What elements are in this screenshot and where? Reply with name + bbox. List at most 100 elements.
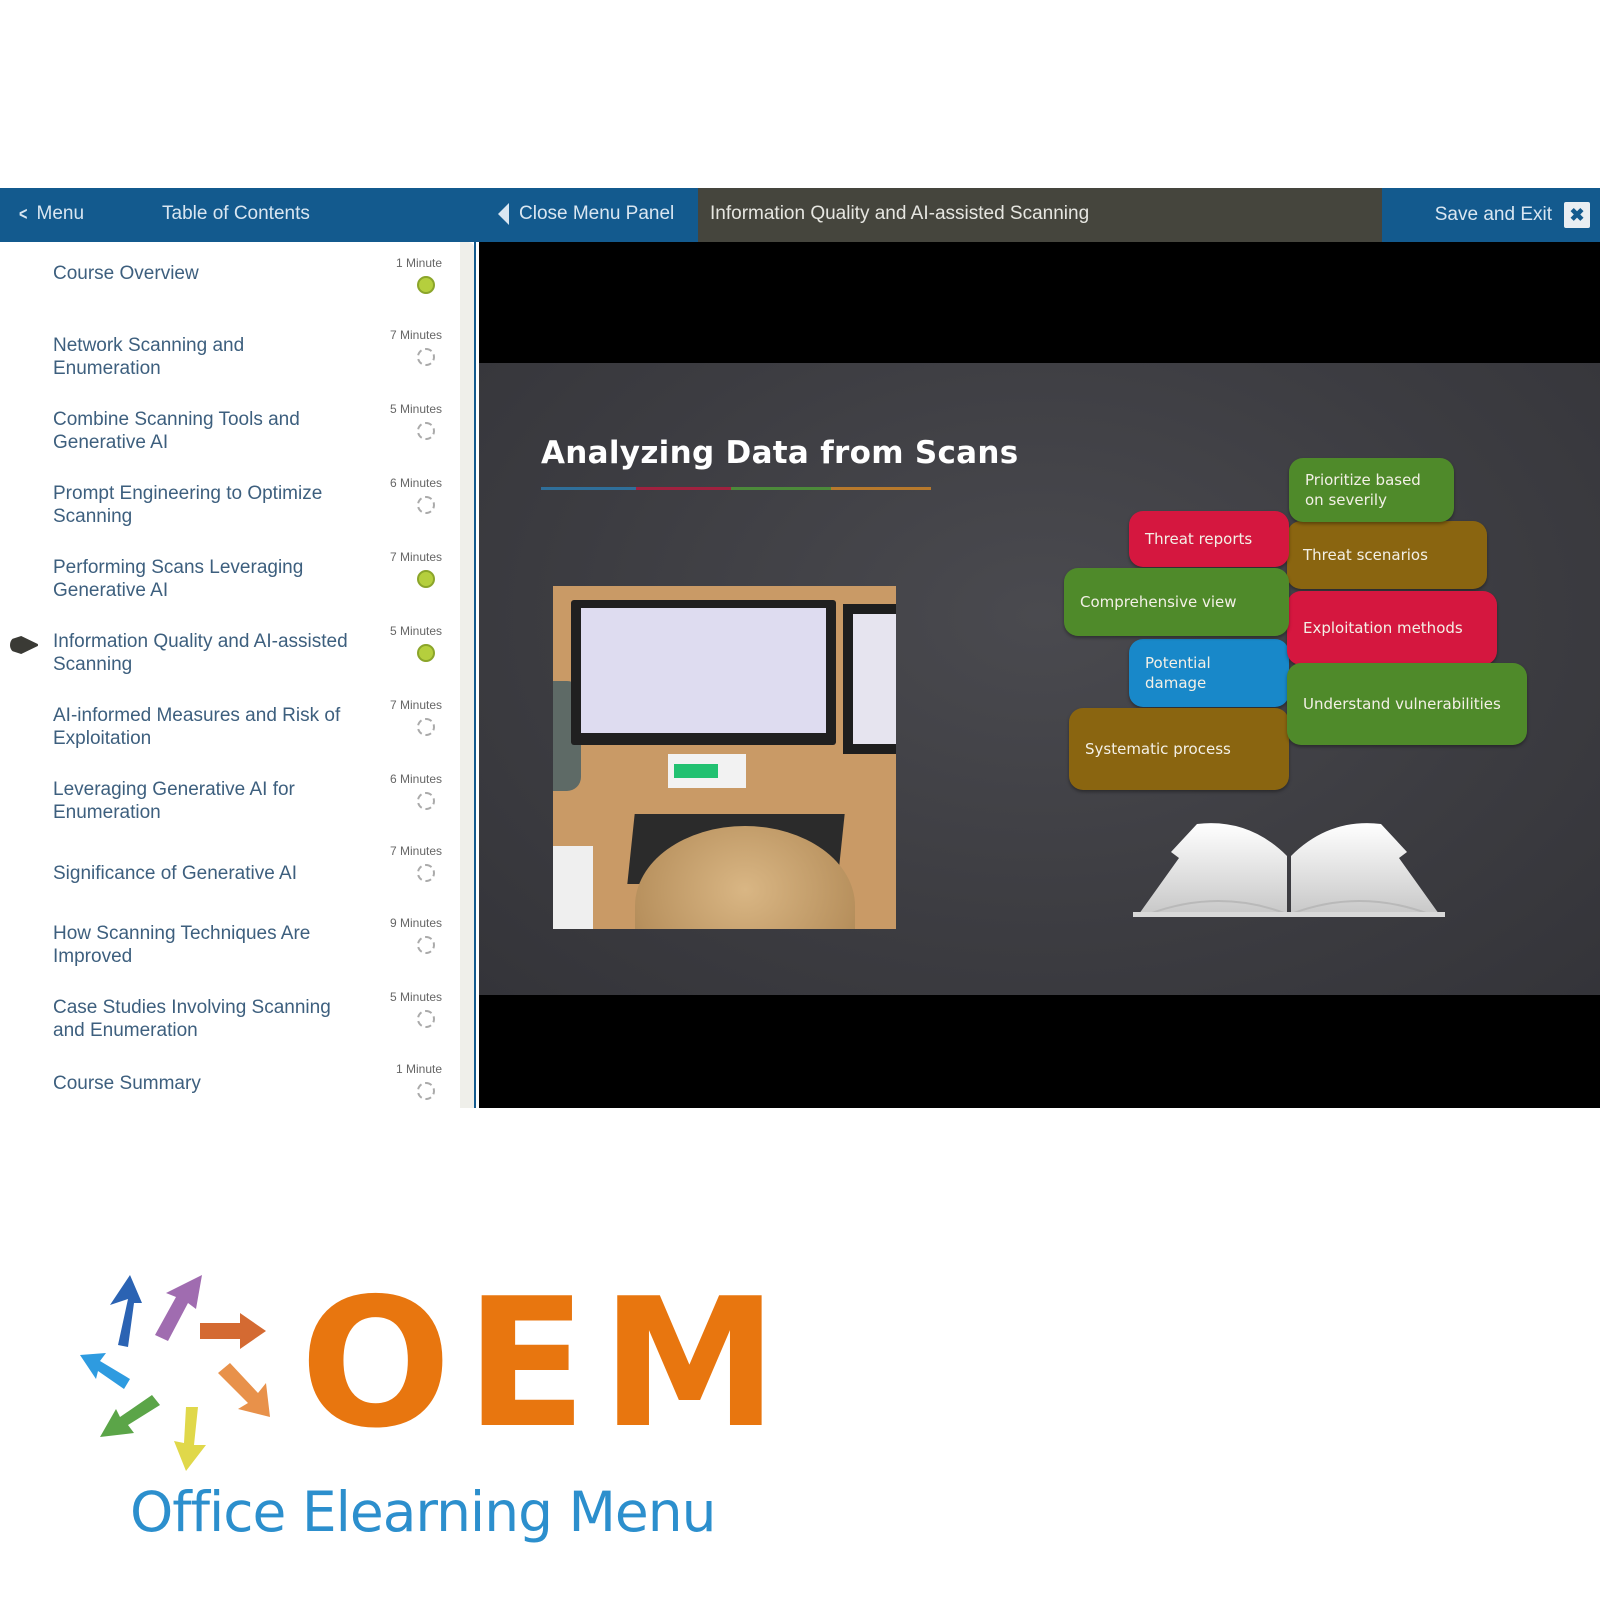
not-started-status-icon <box>417 1010 435 1028</box>
slide: Analyzing Data from Scans Prioritize bas… <box>479 363 1600 995</box>
toc-item-title: Combine Scanning Tools and Generative AI <box>53 409 300 453</box>
underline-segment-orange <box>831 487 931 490</box>
lesson-title: Information Quality and AI-assisted Scan… <box>698 188 1382 242</box>
toc-item-title: Information Quality and AI-assisted Scan… <box>53 631 348 675</box>
toc-item[interactable]: How Scanning Techniques Are Improved 9 Mi… <box>0 902 460 976</box>
underline-segment-red <box>636 487 731 490</box>
oem-logo: OEM Office Elearning Menu <box>80 1275 778 1555</box>
caret-left-icon <box>498 203 509 225</box>
not-started-status-icon <box>417 864 435 882</box>
toc-scrollbar[interactable] <box>460 242 474 1108</box>
toc-item[interactable]: Leveraging Generative AI for Enumeration… <box>0 758 460 832</box>
toc-item-duration: 7 Minutes <box>389 550 442 564</box>
toc-item[interactable]: Course Summary 1 Minute <box>0 1048 460 1108</box>
logo-tagline: Office Elearning Menu <box>130 1480 716 1544</box>
toc-item-duration: 7 Minutes <box>389 328 442 342</box>
completed-status-icon <box>417 570 435 588</box>
office-photo <box>553 586 896 929</box>
menu-panel-header: < Menu Table of Contents Close Menu Pane… <box>0 188 698 242</box>
toc-item-duration: 5 Minutes <box>389 624 442 638</box>
completed-status-icon <box>417 276 435 294</box>
close-menu-panel-label: Close Menu Panel <box>519 203 675 224</box>
monitor <box>571 600 836 745</box>
logo-wordmark: OEM <box>300 1260 793 1467</box>
speech-bubble: Exploitation methods <box>1287 591 1497 665</box>
not-started-status-icon <box>417 1082 435 1100</box>
toc-item-duration: 5 Minutes <box>389 990 442 1004</box>
toc-item-duration: 9 Minutes <box>389 916 442 930</box>
arrow-green <box>100 1395 160 1437</box>
toc-item[interactable]: Course Overview 1 Minute <box>0 242 460 316</box>
not-started-status-icon <box>417 792 435 810</box>
toc-item-title: Course Summary <box>53 1073 201 1094</box>
second-monitor <box>843 604 896 754</box>
toc-item-duration: 7 Minutes <box>389 698 442 712</box>
underline-segment-blue <box>541 487 636 490</box>
toc-item-duration: 5 Minutes <box>389 402 442 416</box>
toc-item[interactable]: Information Quality and AI-assisted Scan… <box>0 610 460 684</box>
toc-item-title: Network Scanning and Enumeration <box>53 335 245 379</box>
arrow-lightblue <box>80 1353 130 1389</box>
speech-bubble: Prioritize based on severily <box>1289 458 1454 522</box>
underline-segment-green <box>731 487 831 490</box>
completed-status-icon <box>417 644 435 662</box>
chevron-left-icon: < <box>19 203 28 224</box>
arrow-lightorange <box>218 1363 270 1417</box>
toc-item-duration: 6 Minutes <box>389 772 442 786</box>
not-started-status-icon <box>417 936 435 954</box>
menu-button[interactable]: < Menu <box>18 203 84 225</box>
toc-item-title: Course Overview <box>53 263 199 284</box>
video-player[interactable]: Analyzing Data from Scans Prioritize bas… <box>479 242 1600 1108</box>
desk-device <box>668 754 746 788</box>
top-bar: < Menu Table of Contents Close Menu Pane… <box>0 188 1600 242</box>
speech-bubble: Threat reports <box>1129 511 1289 567</box>
not-started-status-icon <box>417 496 435 514</box>
toc-item[interactable]: Combine Scanning Tools and Generative AI… <box>0 388 460 462</box>
title-underline <box>541 487 931 490</box>
speech-bubble: Threat scenarios <box>1287 521 1487 589</box>
toc-item[interactable]: Performing Scans Leveraging Generative A… <box>0 536 460 610</box>
toc-item-title: Significance of Generative AI <box>53 863 297 884</box>
speech-bubble: Comprehensive view <box>1064 568 1289 636</box>
table-of-contents-heading: Table of Contents <box>162 203 310 224</box>
speech-bubble: Understand vulnerabilities <box>1287 663 1527 745</box>
toc-item-title: AI-informed Measures and Risk of Exploit… <box>53 705 341 749</box>
slide-title: Analyzing Data from Scans <box>541 435 1019 471</box>
open-book-icon <box>1133 823 1445 917</box>
toc-item-title: Prompt Engineering to Optimize Scanning <box>53 483 323 527</box>
arrow-blue <box>110 1275 142 1347</box>
toc-item-duration: 7 Minutes <box>389 844 442 858</box>
toc-item-title: Performing Scans Leveraging Generative A… <box>53 557 304 601</box>
toc-item-title: How Scanning Techniques Are Improved <box>53 923 311 967</box>
arrow-purple <box>155 1275 202 1341</box>
toc-item-title: Leveraging Generative AI for Enumeration <box>53 779 295 823</box>
toc-item-duration: 6 Minutes <box>389 476 442 490</box>
monitor-screen <box>581 608 826 733</box>
arrow-yellow <box>174 1407 206 1471</box>
panel-divider <box>474 242 476 1108</box>
speech-bubble: Systematic process <box>1069 708 1289 790</box>
second-monitor-screen <box>853 614 896 744</box>
papers <box>553 846 593 929</box>
toc-item[interactable]: Case Studies Involving Scanning and Enum… <box>0 976 460 1050</box>
not-started-status-icon <box>417 422 435 440</box>
table-of-contents-panel: Course Overview 1 Minute Network Scanning … <box>0 242 476 1108</box>
toc-item-duration: 1 Minute <box>395 256 442 270</box>
toc-item[interactable]: Significance of Generative AI 7 Minutes <box>0 830 460 904</box>
arrows-logo-icon <box>80 1275 270 1471</box>
close-menu-panel-button[interactable]: Close Menu Panel <box>498 203 674 225</box>
save-and-exit-button[interactable]: Save and Exit ✖ <box>1382 188 1600 242</box>
not-started-status-icon <box>417 718 435 736</box>
toc-item-duration: 1 Minute <box>395 1062 442 1076</box>
current-lesson-marker-icon <box>10 636 38 654</box>
speech-bubble: Potential damage <box>1129 639 1289 707</box>
menu-button-label: Menu <box>36 203 85 224</box>
toc-item[interactable]: AI-informed Measures and Risk of Exploit… <box>0 684 460 758</box>
close-icon: ✖ <box>1564 202 1590 228</box>
toc-item[interactable]: Network Scanning and Enumeration 7 Minute… <box>0 314 460 388</box>
toc-item-title: Case Studies Involving Scanning and Enum… <box>53 997 331 1041</box>
save-and-exit-label: Save and Exit <box>1434 204 1552 225</box>
not-started-status-icon <box>417 348 435 366</box>
toc-item[interactable]: Prompt Engineering to Optimize Scanning 6… <box>0 462 460 536</box>
arrow-orange <box>200 1313 266 1349</box>
